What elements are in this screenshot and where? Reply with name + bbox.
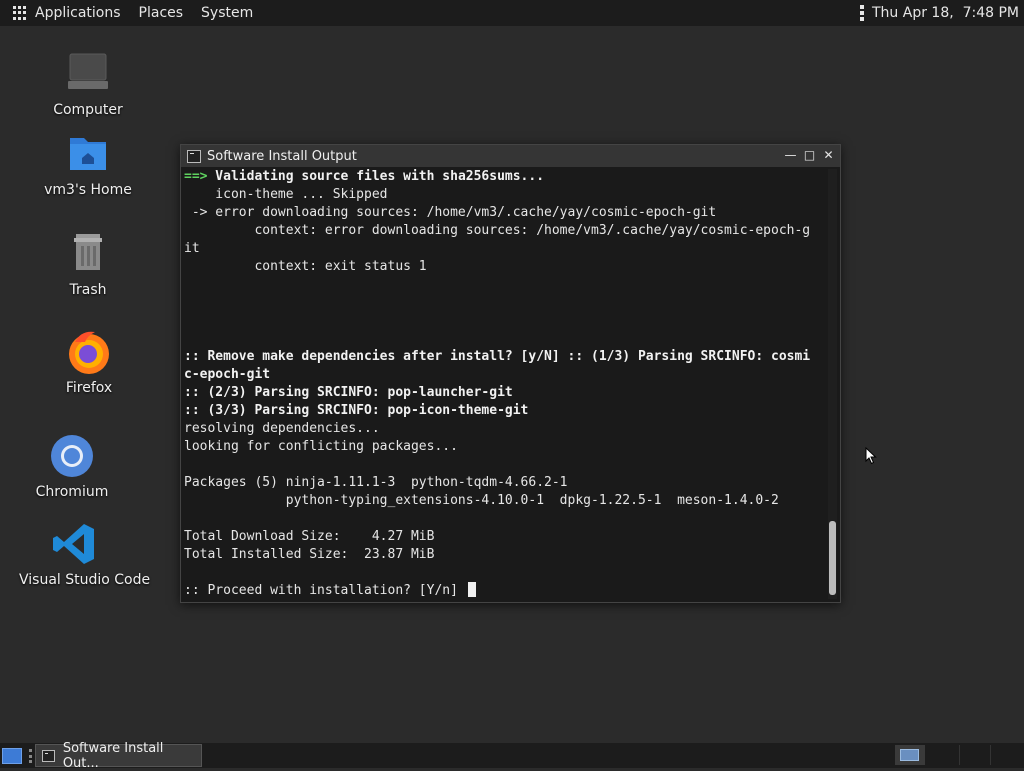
terminal-line: -> error downloading sources: /home/vm3/…	[184, 205, 717, 220]
green-arrow: ==>	[184, 169, 208, 184]
terminal-line: c-epoch-git	[184, 367, 271, 382]
desktop-icon-firefox[interactable]: Firefox	[34, 328, 144, 396]
trash-icon	[64, 230, 112, 278]
desktop-icon-label: Visual Studio Code	[19, 572, 151, 588]
workspace-1[interactable]	[900, 749, 919, 761]
window-titlebar[interactable]: Software Install Output — □ ✕	[181, 145, 840, 167]
terminal-line: context: error downloading sources: /hom…	[184, 223, 811, 238]
desktop-icon-home[interactable]: vm3's Home	[33, 130, 143, 198]
panel-handle-icon[interactable]	[29, 749, 33, 763]
terminal-window[interactable]: Software Install Output — □ ✕ ==> Valida…	[180, 144, 841, 603]
text-cursor	[467, 582, 476, 597]
desktop-icon-chromium[interactable]: Chromium	[17, 432, 127, 500]
close-button[interactable]: ✕	[821, 148, 836, 163]
terminal-line: ==> Validating source files with sha256s…	[184, 169, 545, 184]
terminal-line: :: Remove make dependencies after instal…	[184, 349, 811, 364]
top-panel: Applications Places System Thu Apr 18, 7…	[0, 0, 1024, 26]
workspace-switcher[interactable]	[895, 745, 925, 765]
maximize-button[interactable]: □	[802, 148, 817, 163]
terminal-line: Total Installed Size: 23.87 MiB	[184, 547, 435, 562]
apps-grid-icon[interactable]	[13, 6, 27, 20]
bottom-panel: Software Install Out...	[0, 741, 1024, 771]
desktop-icon-computer[interactable]: Computer	[33, 50, 143, 118]
desktop-icon-vscode[interactable]: Visual Studio Code	[19, 520, 151, 588]
terminal-line: Packages (5) ninja-1.11.1-3 python-tqdm-…	[184, 475, 568, 490]
desktop-icon-label: Chromium	[35, 484, 109, 500]
taskbar-item-label: Software Install Out...	[62, 740, 164, 771]
show-desktop-button[interactable]	[2, 748, 22, 764]
terminal-line: it	[184, 241, 200, 256]
minimize-button[interactable]: —	[783, 148, 798, 163]
desktop-icon-label: Trash	[69, 282, 107, 298]
desktop-icon-trash[interactable]: Trash	[33, 230, 143, 298]
terminal-line: resolving dependencies...	[184, 421, 380, 436]
terminal-prompt-line: :: Proceed with installation? [Y/n]	[184, 582, 824, 600]
terminal-line: context: exit status 1	[184, 259, 427, 274]
home-folder-icon	[64, 130, 112, 178]
terminal-scrollbar[interactable]	[828, 169, 837, 599]
desktop-icon-label: Firefox	[65, 380, 113, 396]
menu-places[interactable]: Places	[130, 5, 193, 21]
scrollbar-thumb[interactable]	[829, 521, 836, 595]
clock[interactable]: Thu Apr 18, 7:48 PM	[872, 5, 1019, 21]
chromium-icon	[48, 432, 96, 480]
terminal-output[interactable]: ==> Validating source files with sha256s…	[184, 168, 824, 600]
terminal-line: python-typing_extensions-4.10.0-1 dpkg-1…	[184, 493, 779, 508]
menu-applications[interactable]: Applications	[35, 5, 130, 21]
mouse-pointer-icon	[865, 447, 877, 465]
kebab-menu-icon[interactable]	[860, 5, 864, 21]
top-right-area: Thu Apr 18, 7:48 PM	[860, 0, 1019, 26]
terminal-icon	[187, 149, 201, 163]
window-title: Software Install Output	[207, 148, 357, 164]
firefox-icon	[65, 328, 113, 376]
terminal-line: :: (2/3) Parsing SRCINFO: pop-launcher-g…	[184, 385, 513, 400]
terminal-icon	[42, 749, 55, 762]
desktop-icon-label: vm3's Home	[44, 182, 132, 198]
terminal-line: Total Download Size: 4.27 MiB	[184, 529, 435, 544]
taskbar-item-software-install[interactable]: Software Install Out...	[35, 741, 202, 771]
terminal-line: icon-theme ... Skipped	[184, 187, 388, 202]
computer-icon	[64, 50, 112, 98]
desktop-icon-label: Computer	[53, 102, 123, 118]
terminal-line: :: (3/3) Parsing SRCINFO: pop-icon-theme…	[184, 403, 529, 418]
vscode-icon	[50, 520, 98, 568]
menu-system[interactable]: System	[192, 5, 262, 21]
terminal-line: looking for conflicting packages...	[184, 439, 458, 454]
